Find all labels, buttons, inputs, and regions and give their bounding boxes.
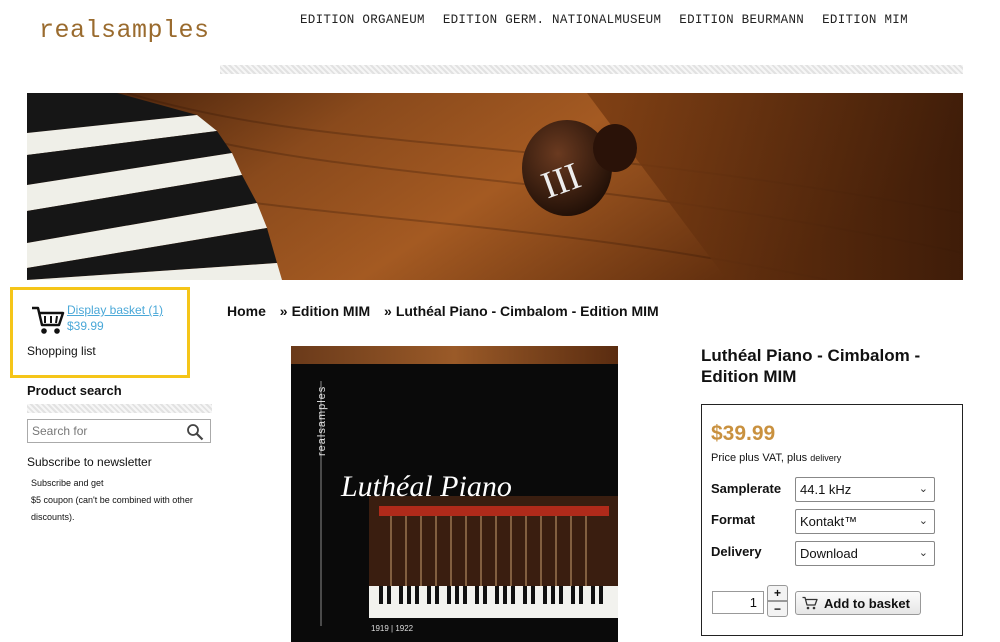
delivery-value: Download: [800, 546, 858, 561]
samplerate-label: Samplerate: [711, 481, 782, 496]
newsletter-title[interactable]: Subscribe to newsletter: [27, 455, 152, 469]
shopping-cart-icon[interactable]: [31, 304, 65, 336]
cart-icon: [802, 596, 818, 610]
product-price: $39.99: [711, 422, 776, 445]
quantity-input[interactable]: 1: [712, 591, 764, 614]
purchase-box: $39.99 Price plus VAT, plus delivery Sam…: [701, 404, 963, 636]
breadcrumb-edition-mim[interactable]: Edition MIM: [292, 303, 371, 319]
nav-divider: [220, 65, 963, 74]
product-image[interactable]: realsamples Luthéal Piano 1919 | 1922: [291, 346, 618, 642]
product-search-heading: Product search: [27, 383, 122, 398]
chevron-down-icon: ⌄: [918, 483, 928, 495]
breadcrumb-home[interactable]: Home: [227, 303, 266, 319]
quantity-increase-button[interactable]: +: [767, 585, 788, 601]
nav-edition-germ-nationalmuseum[interactable]: EDITION GERM. NATIONALMUSEUM: [443, 13, 661, 27]
nav-edition-beurmann[interactable]: EDITION BEURMANN: [679, 13, 804, 27]
basket-total: $39.99: [67, 319, 104, 333]
image-vertical-brand: realsamples: [316, 386, 328, 456]
chevron-down-icon: ⌄: [918, 515, 928, 527]
nav-edition-mim[interactable]: EDITION MIM: [822, 13, 908, 27]
newsletter-line-2: $5 coupon (can't be combined with other …: [31, 495, 193, 522]
format-select[interactable]: Kontakt™ ⌄: [795, 509, 935, 534]
price-note: Price plus VAT, plus delivery: [711, 452, 841, 464]
format-label: Format: [711, 512, 756, 527]
breadcrumb-separator: »: [279, 303, 288, 319]
header-banner-image: III: [27, 93, 963, 280]
newsletter-line-1: Subscribe and get: [31, 478, 104, 488]
samplerate-value: 44.1 kHz: [800, 482, 852, 497]
delivery-link[interactable]: delivery: [810, 453, 841, 463]
shopping-list-link[interactable]: Shopping list: [27, 344, 96, 358]
search-box: [27, 419, 211, 443]
product-title: Luthéal Piano - Cimbalom - Edition MIM: [701, 346, 921, 386]
sidebar-divider: [27, 404, 212, 413]
newsletter-description: Subscribe and get $5 coupon (can't be co…: [31, 475, 206, 526]
add-to-basket-button[interactable]: Add to basket: [795, 591, 921, 615]
image-years: 1919 | 1922: [371, 624, 414, 633]
breadcrumb-current: Luthéal Piano - Cimbalom - Edition MIM: [395, 303, 659, 319]
search-icon[interactable]: [186, 423, 204, 441]
add-to-basket-label: Add to basket: [824, 595, 910, 611]
delivery-select[interactable]: Download ⌄: [795, 541, 935, 566]
search-input[interactable]: [28, 420, 178, 442]
site-logo[interactable]: realsamples: [39, 16, 210, 45]
format-value: Kontakt™: [800, 514, 858, 529]
chevron-down-icon: ⌄: [918, 547, 928, 559]
breadcrumb-separator: »: [384, 303, 392, 319]
breadcrumb: Home » Edition MIM » Luthéal Piano - Cimba…: [227, 303, 659, 319]
nav-edition-organeum[interactable]: EDITION ORGANEUM: [300, 13, 425, 27]
display-basket-link[interactable]: Display basket (1): [67, 302, 163, 318]
basket-summary: Display basket (1) $39.99 Shopping list: [10, 287, 190, 378]
price-note-text: Price plus VAT, plus: [711, 452, 808, 464]
top-navigation: EDITION ORGANEUM EDITION GERM. NATIONALM…: [300, 13, 908, 27]
samplerate-select[interactable]: 44.1 kHz ⌄: [795, 477, 935, 502]
image-script-title: Luthéal Piano: [340, 470, 512, 503]
delivery-label: Delivery: [711, 544, 762, 559]
quantity-decrease-button[interactable]: −: [767, 601, 788, 617]
